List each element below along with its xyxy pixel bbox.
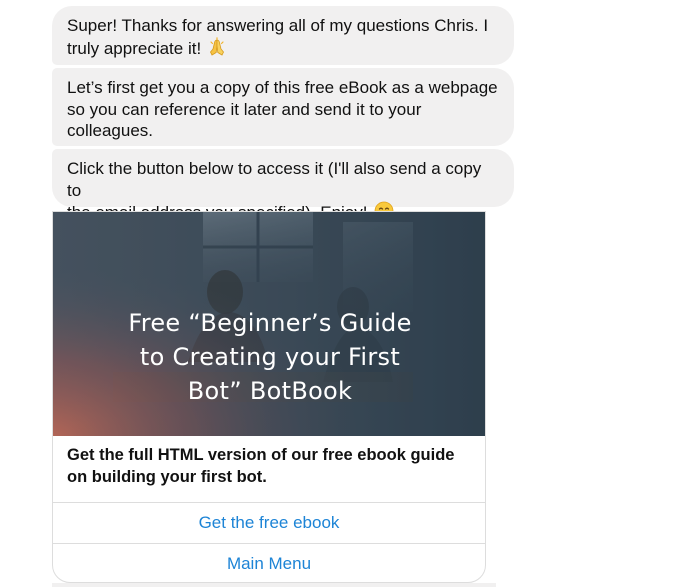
message-bubble: Click the button below to access it (I'l… (52, 149, 514, 222)
message-text-line: colleagues. (67, 121, 154, 140)
ebook-card: Free “Beginner’s Guide to Creating your … (52, 211, 486, 583)
card-title-line: Get the full HTML version of our free eb… (67, 446, 455, 464)
message-text-line: Super! Thanks for answering all of my qu… (67, 16, 489, 35)
get-free-ebook-button[interactable]: Get the free ebook (53, 502, 485, 543)
card-image-title: Free “Beginner’s Guide to Creating your … (53, 306, 485, 408)
card-image-title-line: Free “Beginner’s Guide (128, 309, 412, 337)
message-text-line: so you can reference it later and send i… (67, 99, 422, 119)
message-text-line: truly appreciate it! (67, 36, 498, 60)
card-title-line: on building your first bot. (67, 467, 267, 486)
message-text-line: Click the button below to access it (I'l… (67, 159, 482, 200)
card-image-title-line: to Creating your First (139, 343, 401, 371)
card-image[interactable]: Free “Beginner’s Guide to Creating your … (53, 212, 485, 436)
card-image-title-line: Bot” BotBook (187, 377, 353, 405)
message-bubble: Let’s first get you a copy of this free … (52, 68, 514, 146)
praying-hands-icon (207, 36, 227, 57)
card-title: Get the full HTML version of our free eb… (67, 445, 477, 488)
message-bubble: Super! Thanks for answering all of my qu… (52, 6, 514, 65)
message-text-line: Let’s first get you a copy of this free … (67, 78, 498, 97)
chat-thread: Super! Thanks for answering all of my qu… (0, 0, 700, 587)
main-menu-button[interactable]: Main Menu (53, 543, 485, 582)
next-message-bubble-edge (52, 583, 496, 587)
message-text: truly appreciate it! (67, 38, 202, 58)
